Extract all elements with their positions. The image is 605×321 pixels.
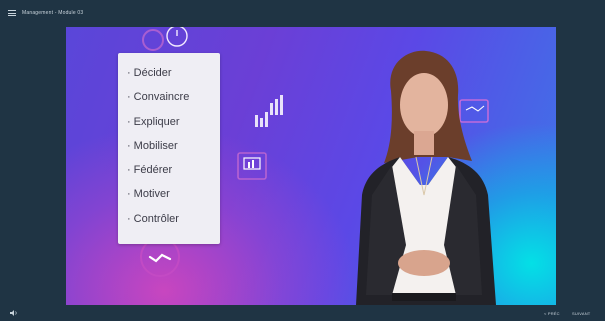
next-button[interactable]: SUIVANT xyxy=(572,311,590,316)
word-1: Décider xyxy=(118,61,220,85)
word-2: Convaincre xyxy=(118,85,220,109)
chart-icon xyxy=(255,95,283,127)
menu-icon[interactable] xyxy=(8,10,16,16)
word-6: Motiver xyxy=(118,182,220,206)
presenter xyxy=(356,50,496,305)
sound-icon[interactable] xyxy=(10,310,18,316)
video-stage[interactable]: Décider Convaincre Expliquer Mobiliser F… xyxy=(66,27,556,305)
prev-button[interactable]: < PRÉC xyxy=(544,311,560,316)
word-7: Contrôler xyxy=(118,207,220,231)
presentation-icon xyxy=(237,152,267,180)
keyword-card: Décider Convaincre Expliquer Mobiliser F… xyxy=(118,53,220,244)
top-bar: Management - Module 03 xyxy=(0,0,605,26)
word-3: Expliquer xyxy=(118,110,220,134)
gear-icon xyxy=(142,29,164,51)
word-5: Fédérer xyxy=(118,158,220,182)
bottom-bar: < PRÉC SUIVANT xyxy=(0,306,605,321)
module-title: Management - Module 03 xyxy=(22,10,84,16)
word-4: Mobiliser xyxy=(118,134,220,158)
